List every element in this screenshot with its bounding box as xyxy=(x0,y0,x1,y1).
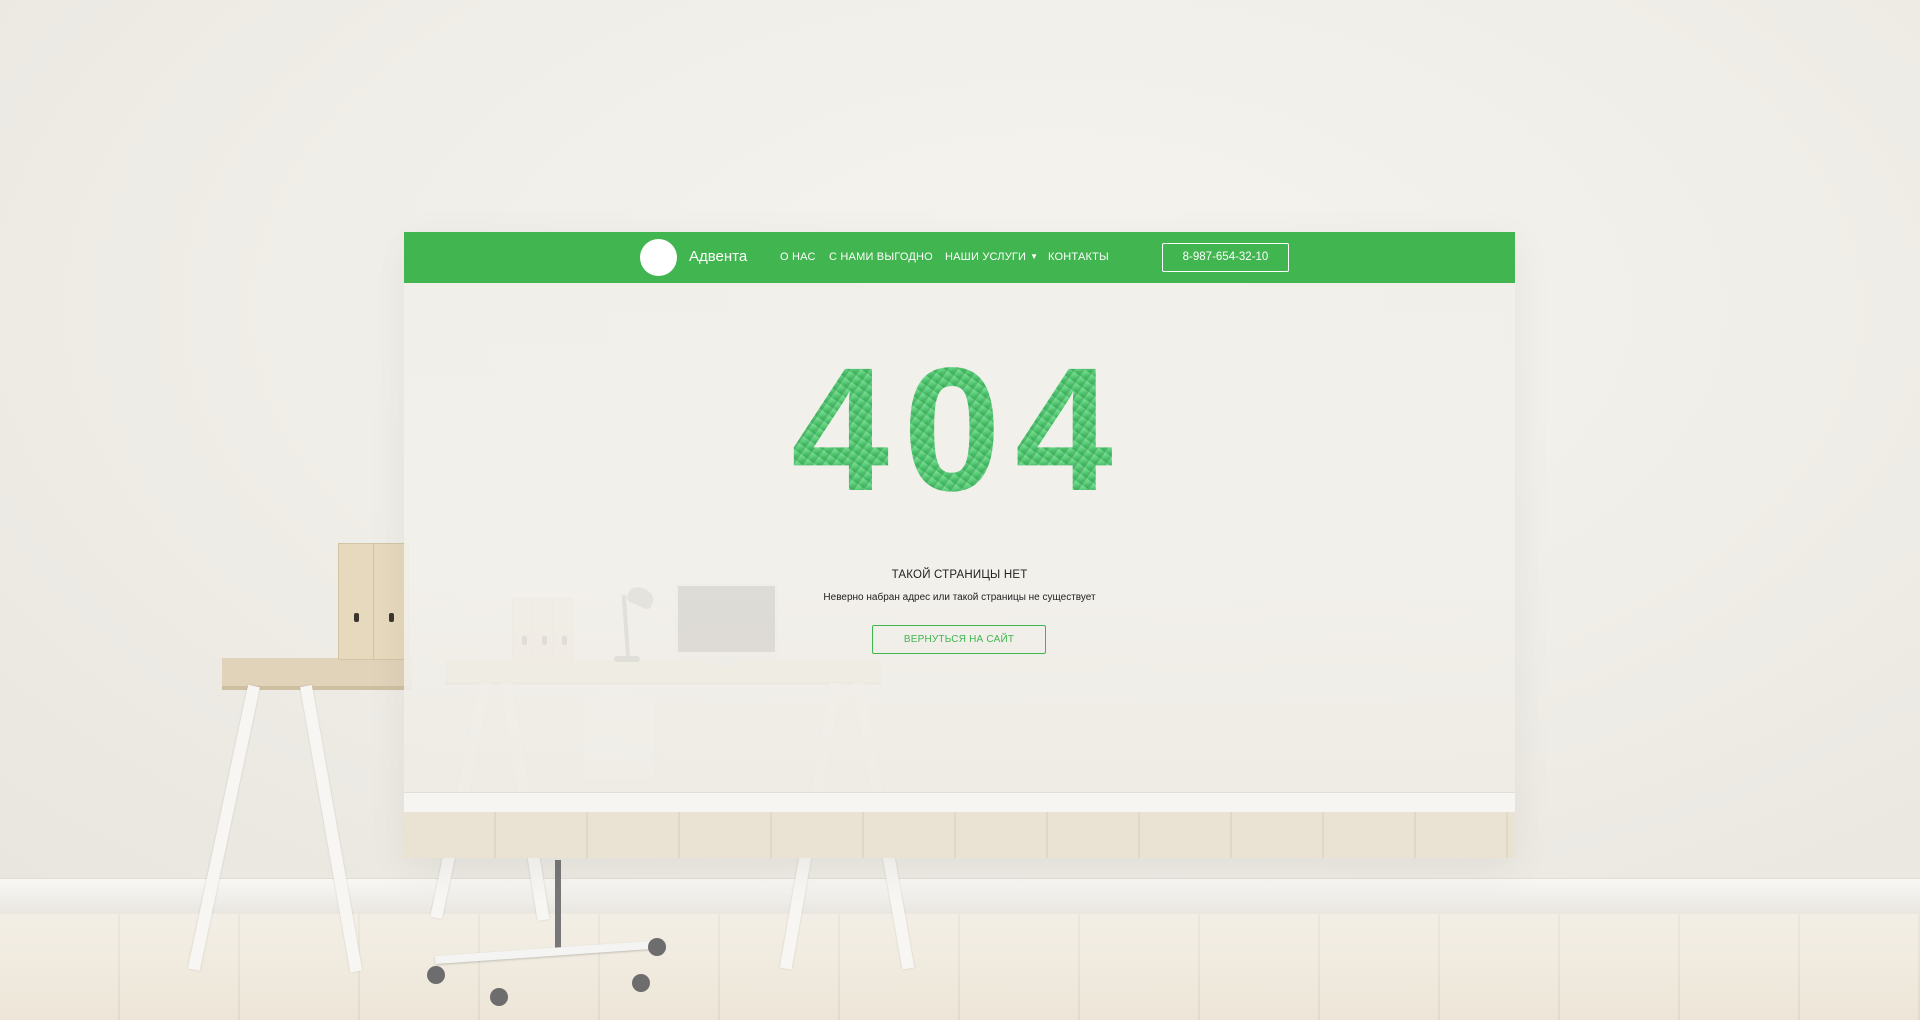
nav-item-contacts[interactable]: КОНТАКТЫ xyxy=(1048,232,1109,283)
nav-item-benefit[interactable]: С НАМИ ВЫГОДНО xyxy=(829,232,933,283)
phone-button[interactable]: 8-987-654-32-10 xyxy=(1162,243,1289,272)
logo-circle-icon[interactable] xyxy=(640,239,677,276)
error-page: Адвента О НАС С НАМИ ВЫГОДНО НАШИ УСЛУГИ… xyxy=(404,232,1515,858)
chair-wheel xyxy=(490,988,508,1006)
page-background: Адвента О НАС С НАМИ ВЫГОДНО НАШИ УСЛУГИ… xyxy=(0,0,1920,1020)
nav-item-about[interactable]: О НАС xyxy=(780,232,816,283)
page-baseboard xyxy=(404,792,1515,813)
nav-item-services-label: НАШИ УСЛУГИ xyxy=(945,251,1027,263)
brand-name[interactable]: Адвента xyxy=(689,232,747,283)
chair-wheel xyxy=(427,966,445,984)
room-floor xyxy=(0,914,1920,1020)
nav-item-services[interactable]: НАШИ УСЛУГИ ▼ xyxy=(945,232,1038,283)
error-title: ТАКОЙ СТРАНИЦЫ НЕТ xyxy=(891,569,1028,581)
header-bar: Адвента О НАС С НАМИ ВЫГОДНО НАШИ УСЛУГИ… xyxy=(404,232,1515,283)
page-floor xyxy=(404,812,1515,858)
room-baseboard xyxy=(0,878,1920,915)
error-code: 404 xyxy=(764,350,1154,500)
chair-wheel xyxy=(632,974,650,992)
chair-wheel xyxy=(648,938,666,956)
error-description: Неверно набран адрес или такой страницы … xyxy=(823,592,1096,603)
error-code-text: 404 xyxy=(791,350,1127,500)
error-code-graphic: 404 xyxy=(791,350,1127,500)
binder xyxy=(338,543,374,660)
back-to-site-button[interactable]: ВЕРНУТЬСЯ НА САЙТ xyxy=(872,625,1046,654)
chair-pole xyxy=(555,860,561,950)
caret-down-icon: ▼ xyxy=(1030,252,1039,261)
